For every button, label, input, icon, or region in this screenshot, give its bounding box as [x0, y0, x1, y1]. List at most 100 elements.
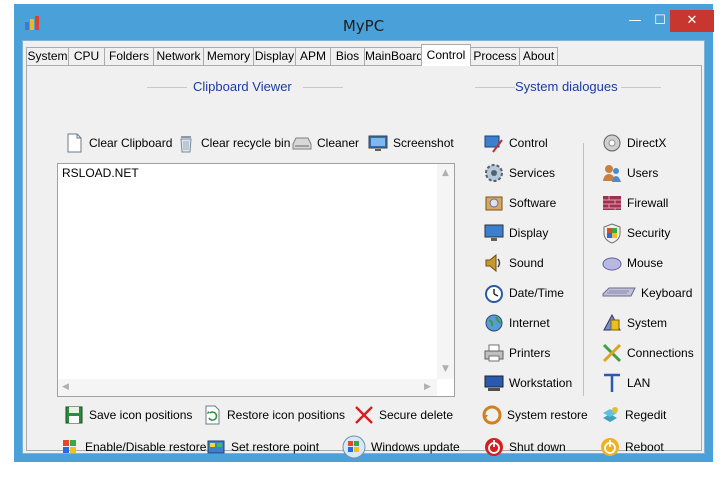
horizontal-scrollbar[interactable]: ◀ ▶ — [58, 379, 437, 396]
column-divider — [583, 143, 584, 396]
tab-network[interactable]: Network — [153, 47, 204, 66]
save-icon-positions-button[interactable]: Save icon positions — [63, 402, 192, 428]
lan-icon — [604, 373, 620, 392]
dialog-control-button[interactable]: Control — [483, 130, 548, 156]
firewall-icon — [603, 196, 621, 210]
reboot-button[interactable]: Reboot — [599, 434, 664, 460]
divider — [147, 87, 187, 88]
tab-process[interactable]: Process — [470, 47, 520, 66]
close-button[interactable]: ✕ — [670, 10, 714, 32]
scroll-right-icon[interactable]: ▶ — [424, 382, 431, 392]
screenshot-button[interactable]: Screenshot — [367, 130, 454, 156]
dialog-keyboard-button[interactable]: Keyboard — [601, 280, 692, 306]
scroll-up-icon[interactable]: ▲ — [442, 168, 449, 178]
system-dialogues-title: System dialogues — [515, 79, 618, 94]
recycle-bin-icon — [180, 136, 192, 153]
shutdown-button[interactable]: Shut down — [483, 434, 566, 460]
users-icon — [603, 165, 621, 182]
system-restore-label: System restore — [507, 408, 588, 422]
dialog-users-label: Users — [627, 166, 659, 180]
floppy-icon — [65, 406, 83, 424]
dialog-control-label: Control — [509, 136, 548, 150]
red-x-icon — [355, 406, 373, 424]
cleaner-button[interactable]: Cleaner — [291, 130, 359, 156]
tab-memory[interactable]: Memory — [203, 47, 254, 66]
restore-icon-positions-label: Restore icon positions — [227, 408, 346, 422]
tab-about[interactable]: About — [519, 47, 558, 66]
tab-system[interactable]: System — [26, 47, 69, 66]
document-icon — [67, 133, 82, 153]
dialog-datetime-button[interactable]: Date/Time — [483, 280, 564, 306]
tab-display[interactable]: Display — [253, 47, 296, 66]
dialog-internet-button[interactable]: Internet — [483, 310, 550, 336]
restore-icon-positions-button[interactable]: Restore icon positions — [201, 402, 345, 428]
dialog-workstation-button[interactable]: Workstation — [483, 370, 572, 396]
dialog-services-button[interactable]: Services — [483, 160, 555, 186]
tab-bios[interactable]: Bios — [330, 47, 365, 66]
windows-update-button[interactable]: Windows update — [341, 432, 460, 462]
dialog-sound-label: Sound — [509, 256, 544, 270]
dialog-printers-button[interactable]: Printers — [483, 340, 550, 366]
scroll-left-icon[interactable]: ◀ — [62, 382, 69, 392]
system-restore-button[interactable]: System restore — [481, 402, 588, 428]
clear-recycle-bin-label: Clear recycle bin — [201, 136, 291, 150]
dialog-mouse-button[interactable]: Mouse — [601, 250, 663, 276]
clear-recycle-bin-button[interactable]: Clear recycle bin — [175, 130, 290, 156]
tab-control[interactable]: Control — [421, 44, 471, 66]
control-panel: Clipboard Viewer Clear Clipboard Clear r… — [26, 65, 702, 459]
dialog-datetime-label: Date/Time — [509, 286, 564, 300]
dialog-connections-button[interactable]: Connections — [601, 340, 694, 366]
tab-folders[interactable]: Folders — [104, 47, 154, 66]
dialog-system-label: System — [627, 316, 668, 330]
vertical-scrollbar[interactable]: ▲ ▼ — [437, 164, 454, 379]
connections-icon — [602, 343, 622, 363]
dialog-firewall-button[interactable]: Firewall — [601, 190, 668, 216]
dialog-services-label: Services — [509, 166, 556, 180]
divider — [621, 87, 661, 88]
scroll-down-icon[interactable]: ▼ — [442, 364, 449, 374]
disk-drive-icon — [292, 137, 312, 150]
title-bar[interactable]: MyPC — ☐ ✕ — [14, 4, 714, 40]
save-icon-positions-label: Save icon positions — [89, 408, 193, 422]
tab-cpu[interactable]: CPU — [68, 47, 105, 66]
shield-icon — [603, 223, 621, 244]
tab-mainboard[interactable]: MainBoard — [364, 47, 423, 66]
clear-clipboard-button[interactable]: Clear Clipboard — [63, 130, 172, 156]
dialog-system-button[interactable]: System — [601, 310, 667, 336]
clipboard-content: RSLOAD.NET — [62, 166, 139, 180]
enable-disable-restore-label: Enable/Disable restore — [85, 440, 207, 454]
dialog-display-label: Display — [509, 226, 549, 240]
minimize-button[interactable]: — — [623, 10, 647, 32]
dialog-software-button[interactable]: Software — [483, 190, 556, 216]
software-box-icon — [485, 196, 503, 211]
dialog-security-label: Security — [627, 226, 671, 240]
clipboard-viewer-title: Clipboard Viewer — [193, 79, 292, 94]
dialog-security-button[interactable]: Security — [601, 220, 670, 246]
regedit-button[interactable]: Regedit — [599, 402, 666, 428]
set-restore-point-button[interactable]: Set restore point — [205, 434, 319, 460]
shutdown-label: Shut down — [509, 440, 566, 454]
secure-delete-button[interactable]: Secure delete — [353, 402, 453, 428]
dialog-firewall-label: Firewall — [627, 196, 669, 210]
regedit-icon — [603, 407, 618, 422]
globe-icon — [485, 314, 503, 332]
power-icon — [485, 438, 503, 456]
windows-update-label: Windows update — [371, 440, 460, 454]
client-area: System CPU Folders Network Memory Displa… — [22, 40, 705, 459]
screenshot-label: Screenshot — [393, 136, 454, 150]
enable-disable-restore-button[interactable]: Enable/Disable restore — [59, 434, 206, 460]
system-restore-icon — [482, 405, 502, 425]
tab-apm[interactable]: APM — [295, 47, 331, 66]
dialog-display-button[interactable]: Display — [483, 220, 548, 246]
dialog-sound-button[interactable]: Sound — [483, 250, 544, 276]
clipboard-text-area[interactable]: RSLOAD.NET ▲ ▼ ◀ ▶ — [57, 163, 455, 397]
control-panel-icon — [484, 135, 503, 153]
set-restore-point-label: Set restore point — [231, 440, 320, 454]
dialog-lan-button[interactable]: LAN — [601, 370, 650, 396]
dialog-users-button[interactable]: Users — [601, 160, 658, 186]
workstation-icon — [484, 375, 504, 391]
dialog-workstation-label: Workstation — [509, 376, 573, 390]
dialog-directx-button[interactable]: DirectX — [601, 130, 666, 156]
reboot-label: Reboot — [625, 440, 664, 454]
clear-clipboard-label: Clear Clipboard — [89, 136, 173, 150]
